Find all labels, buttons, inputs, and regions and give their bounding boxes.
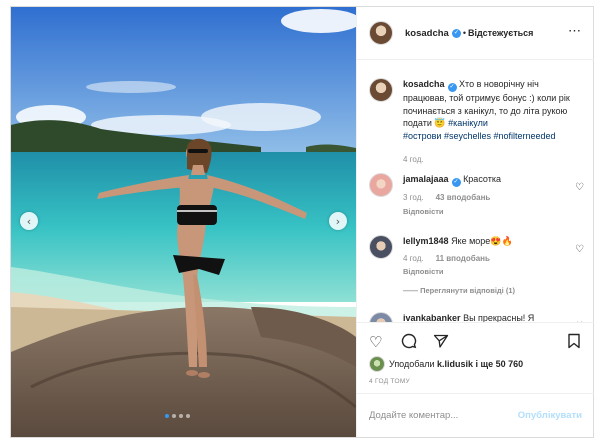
hashtag-link[interactable]: #seychelles	[444, 131, 491, 141]
post-header: kosadcha ✓ • Відстежується ⋯	[357, 7, 594, 60]
post-timestamp: 4 ГОД ТОМУ	[369, 378, 410, 385]
comment-input[interactable]: Додайте коментар...	[369, 410, 458, 421]
post-sidebar: kosadcha ✓ • Відстежується ⋯ kosadcha ✓ Х…	[356, 7, 594, 437]
avatar[interactable]	[369, 21, 393, 45]
comment-text: Яке море😍🔥	[451, 236, 513, 246]
carousel-indicator	[165, 414, 190, 418]
add-comment-bar: Додайте коментар... Опублікувати	[357, 393, 594, 438]
view-replies-button[interactable]: —— Переглянути відповіді (1)	[403, 285, 584, 298]
username-link[interactable]: kosadcha	[405, 28, 449, 39]
comment-time: 3 год.	[403, 193, 424, 202]
verified-badge-icon: ✓	[451, 28, 461, 38]
verified-badge-icon: ✓	[451, 178, 461, 187]
heart-icon[interactable]: ♡	[369, 333, 382, 351]
hashtag-link[interactable]: #канікули	[448, 118, 488, 128]
chevron-left-icon: ‹	[26, 214, 32, 228]
carousel-next-button[interactable]: ›	[329, 212, 347, 230]
likes-count-link[interactable]: і ще 50 760	[476, 359, 524, 369]
instagram-post-modal: ‹ › kosadcha ✓ • Відстежується ⋯ kosadch…	[10, 6, 594, 438]
bookmark-icon[interactable]	[567, 333, 581, 353]
carousel-dot	[179, 414, 183, 418]
heart-icon[interactable]: ♡	[575, 244, 584, 255]
post-photo[interactable]: ‹ ›	[11, 7, 356, 437]
chevron-right-icon: ›	[335, 214, 341, 228]
share-icon[interactable]	[433, 333, 449, 353]
comment-likes[interactable]: 43 вподобань	[436, 193, 491, 202]
comment-text: Вы прекрасны! Я	[463, 313, 535, 322]
caption: kosadcha ✓ Хто в новорічну ніч працював, …	[369, 78, 584, 167]
hashtag-link[interactable]: #nofilterneeded	[494, 131, 556, 141]
comment: lellym1848 Яке море😍🔥 4 год. 11 вподобань…	[369, 235, 584, 297]
liked-by-user-link[interactable]: k.lidusik	[437, 359, 473, 369]
reply-button[interactable]: Відповісти	[403, 266, 584, 279]
hashtag-link[interactable]: #острови	[403, 131, 441, 141]
comment-username[interactable]: ivankabanker	[403, 313, 461, 322]
caption-username[interactable]: kosadcha	[403, 79, 445, 89]
comment-username[interactable]: jamalajaaa	[403, 174, 449, 184]
avatar[interactable]	[369, 173, 393, 197]
comment-likes[interactable]: 11 вподобань	[436, 254, 490, 263]
caption-time: 4 год.	[403, 155, 424, 164]
likes-summary: Уподобали k.lidusik і ще 50 760	[369, 356, 523, 372]
comment-time: 4 год.	[403, 253, 424, 263]
comment: ivankabanker Вы прекрасны! Я ♡	[369, 312, 584, 322]
more-options-icon[interactable]: ⋯	[568, 23, 582, 39]
carousel-dot	[165, 414, 169, 418]
reply-button[interactable]: Відповісти	[403, 206, 584, 219]
carousel-dot	[186, 414, 190, 418]
likes-prefix: Уподобали	[389, 359, 435, 369]
heart-icon[interactable]: ♡	[575, 182, 584, 193]
carousel-prev-button[interactable]: ‹	[20, 212, 38, 230]
avatar[interactable]	[369, 78, 393, 102]
publish-button[interactable]: Опублікувати	[518, 410, 582, 421]
carousel-dot	[172, 414, 176, 418]
avatar[interactable]	[369, 312, 393, 322]
comment: jamalajaaa ✓ Красотка 3 год. 43 вподобань …	[369, 173, 584, 218]
avatar[interactable]	[369, 235, 393, 259]
separator-dot: •	[462, 28, 466, 38]
avatar[interactable]	[369, 356, 385, 372]
comment-username[interactable]: lellym1848	[403, 236, 449, 246]
following-button[interactable]: Відстежується	[468, 28, 533, 38]
comment-icon[interactable]	[401, 333, 417, 353]
verified-badge-icon: ✓	[447, 83, 457, 92]
beach-photo	[11, 7, 356, 437]
comments-list: kosadcha ✓ Хто в новорічну ніч працював, …	[357, 60, 594, 322]
comment-text: Красотка	[463, 174, 501, 184]
